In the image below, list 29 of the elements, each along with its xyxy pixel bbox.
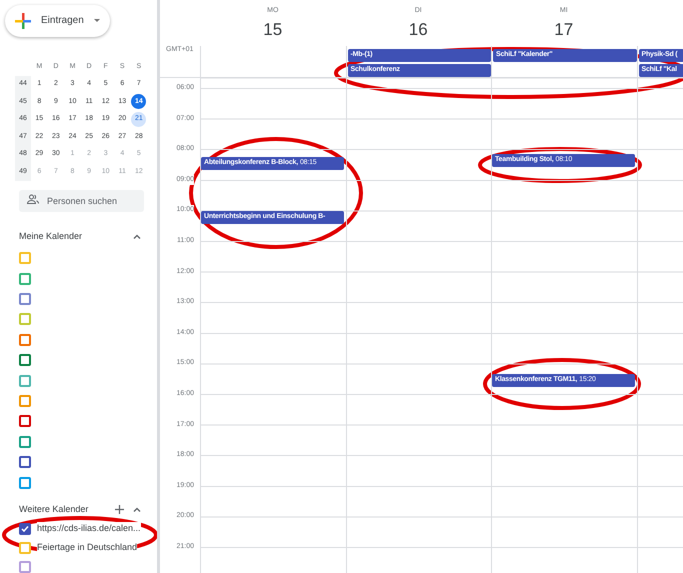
calendar-checkbox[interactable] [19,374,31,387]
caret-icon [94,18,100,23]
calendar-checkbox[interactable] [19,415,31,428]
people-icon [27,194,39,204]
day-number[interactable]: 16 [408,20,428,40]
create-button[interactable]: Eintragen [5,5,110,37]
collapse-icon[interactable] [133,506,141,512]
check-icon [21,525,29,533]
day-number[interactable]: 15 [263,20,282,40]
calendar-checkbox[interactable] [19,476,31,488]
calendar-checkbox[interactable] [19,272,31,285]
collapse-icon[interactable] [133,234,141,239]
plus-icon[interactable] [115,504,124,514]
section-title: Weitere Kalender [19,502,88,516]
calendar-label: Feiertage in Deutschland [37,541,138,555]
people-search-field[interactable]: Personen suchen [19,190,144,212]
plus-icon [15,12,31,29]
calendar-checkbox[interactable] [19,313,31,326]
calendar-checkbox[interactable] [19,456,31,468]
section-title: Meine Kalender [19,230,82,243]
calendar-checkbox[interactable] [19,334,31,346]
day-number[interactable]: 17 [554,20,574,40]
calendar-checkbox[interactable] [19,292,31,305]
calendar-label: https://cds-ilias.de/calen... [37,522,141,536]
calendar-checkbox[interactable] [19,436,31,448]
calendar-checkbox[interactable] [19,523,31,535]
calendar-checkbox[interactable] [19,561,31,573]
calendar-checkbox[interactable] [19,354,31,366]
calendar-checkbox[interactable] [19,394,31,407]
